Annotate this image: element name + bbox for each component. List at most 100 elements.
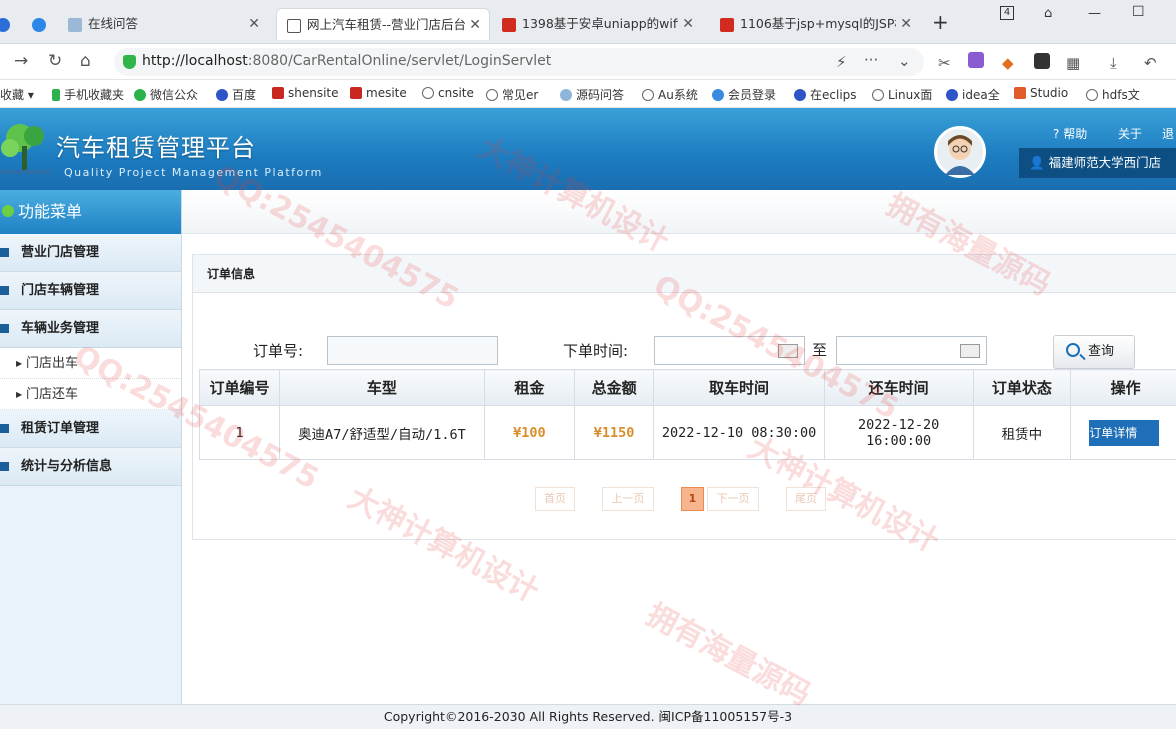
browser-menu-icon[interactable] (0, 8, 22, 40)
sidebar-item-vehicles[interactable]: 门店车辆管理 (0, 272, 181, 310)
pager-prev[interactable]: 上一页 (602, 487, 654, 511)
query-button[interactable]: 查询 (1053, 335, 1135, 369)
bookmark-item[interactable]: 源码问答 (560, 86, 624, 103)
column-header: 操作 (1070, 369, 1176, 406)
globe-icon (872, 89, 884, 101)
bookmark-item[interactable]: Au系统 (642, 86, 698, 103)
order-id: 1 (198, 405, 281, 460)
translate-icon[interactable] (968, 52, 984, 68)
close-icon[interactable]: ✕ (465, 9, 481, 40)
order-no-input[interactable] (327, 336, 498, 365)
close-icon[interactable]: ✕ (248, 8, 260, 40)
globe-icon (642, 89, 654, 101)
tree-logo-icon (0, 124, 50, 174)
column-header: 车型 (279, 369, 485, 406)
pager-last[interactable]: 尾页 (786, 487, 826, 511)
baidu-icon (794, 89, 806, 101)
pinned-tab-icon[interactable] (24, 8, 54, 40)
order-panel: 订单信息 订单号: 下单时间: 至 查询 订单编号 车型 租金 总金额 取车时间… (192, 254, 1176, 540)
tab-uniapp[interactable]: 1398基于安卓uniapp的wifi视 ✕ (492, 8, 702, 40)
bookmark-item[interactable]: 百度 (216, 86, 256, 103)
calendar-icon[interactable] (960, 344, 980, 358)
tab-online-qa[interactable]: 在线问答 ✕ (58, 8, 268, 40)
bookmark-item[interactable]: cnsite (422, 86, 474, 100)
forward-icon[interactable]: → (14, 51, 28, 71)
more-icon[interactable]: ··· (864, 51, 878, 69)
scissors-icon[interactable]: ✂ (938, 54, 951, 72)
triangle-icon: ▶ (16, 359, 23, 368)
bookmark-item[interactable]: 会员登录 (712, 86, 776, 103)
bookmark-item[interactable]: 微信公众 (134, 86, 198, 103)
bookmark-item[interactable]: 手机收藏夹 (52, 86, 124, 103)
sidebar-subitem-checkout[interactable]: ▶ 门店出车 (0, 348, 181, 379)
site-icon (350, 87, 362, 99)
new-tab-button[interactable]: + (932, 10, 949, 34)
apps-icon[interactable]: ▦ (1066, 54, 1080, 72)
sidebar-item-business[interactable]: 车辆业务管理 (0, 310, 181, 348)
order-status: 租赁中 (972, 405, 1072, 460)
bookmark-item[interactable]: shensite (272, 86, 339, 100)
column-header: 订单编号 (198, 369, 281, 406)
url-field[interactable]: http://localhost:8080/CarRentalOnline/se… (114, 48, 924, 76)
menu-icon (0, 324, 9, 333)
extension-icon[interactable] (1034, 53, 1050, 69)
start-date-input[interactable] (654, 336, 805, 365)
bookmark-item[interactable]: Studio (1014, 86, 1068, 100)
close-icon[interactable]: ✕ (896, 8, 912, 40)
globe-icon (422, 87, 434, 99)
download-icon[interactable]: ⤓ (1110, 54, 1117, 72)
pager-current[interactable]: 1 (681, 487, 704, 511)
total-price: ¥1150 (573, 405, 655, 460)
help-link[interactable]: ? 帮助 (1053, 125, 1087, 142)
tab-count-badge[interactable]: 4 (1000, 6, 1014, 20)
column-header: 总金额 (573, 369, 655, 406)
phone-icon (52, 89, 60, 101)
home-icon[interactable]: ⌂ (80, 51, 91, 71)
globe-icon (560, 89, 572, 101)
pager-next[interactable]: 下一页 (707, 487, 759, 511)
game-icon[interactable]: ◆ (1002, 54, 1014, 72)
bookmark-item[interactable]: 在eclips (794, 86, 857, 103)
calendar-icon[interactable] (778, 344, 798, 358)
sidebar-subitem-return[interactable]: ▶ 门店还车 (0, 379, 181, 410)
about-link[interactable]: 关于 (1118, 125, 1142, 142)
reload-icon[interactable]: ↻ (48, 51, 62, 71)
cloud-icon (712, 89, 724, 101)
chevron-down-icon[interactable]: ⌄ (898, 52, 911, 70)
sidebar-item-orders[interactable]: 租赁订单管理 (0, 410, 181, 448)
column-header: 取车时间 (653, 369, 825, 406)
close-icon[interactable]: ✕ (678, 8, 694, 40)
content-top-strip (182, 190, 1176, 234)
car-model: 奥迪A7/舒适型/自动/1.6T (279, 405, 485, 460)
order-detail-button[interactable]: 订单详情 (1089, 419, 1160, 446)
end-date-input[interactable] (836, 336, 987, 365)
maximize-icon[interactable]: ☐ (1132, 4, 1145, 20)
bookmark-item[interactable]: hdfs文 (1086, 86, 1140, 103)
sidebar-item-store[interactable]: 营业门店管理 (0, 234, 181, 272)
exit-link[interactable]: 退 (1162, 125, 1176, 142)
shirt-icon[interactable]: ⌂ (1044, 6, 1052, 21)
tab-jsp[interactable]: 1106基于jsp+mysql的JSP校 ✕ (710, 8, 920, 40)
tab-car-rental[interactable]: 网上汽车租赁--营业门店后台 ✕ (276, 8, 490, 40)
panel-title: 订单信息 (193, 255, 1176, 293)
bookmark-item[interactable]: mesite (350, 86, 407, 100)
globe-icon (68, 17, 82, 32)
avatar[interactable] (934, 126, 986, 178)
menu-icon (0, 424, 9, 433)
column-header: 订单状态 (972, 369, 1072, 406)
user-avatar-icon (945, 135, 975, 175)
bookmark-favorites[interactable]: 收藏 ▾ (0, 86, 34, 103)
lightning-icon[interactable]: ⚡ (836, 53, 847, 71)
bookmark-item[interactable]: 常见er (486, 86, 538, 103)
url-host: http://localhost (142, 53, 248, 69)
column-header: 还车时间 (823, 369, 974, 406)
pager-first[interactable]: 首页 (535, 487, 575, 511)
menu-icon (0, 462, 9, 471)
undo-icon[interactable]: ↶ (1144, 54, 1157, 72)
sidebar-item-stats[interactable]: 统计与分析信息 (0, 448, 181, 486)
column-header: 租金 (483, 369, 575, 406)
minimize-icon[interactable]: — (1088, 6, 1101, 21)
baidu-icon (216, 89, 228, 101)
bookmark-item[interactable]: idea全 (946, 86, 1000, 103)
bookmark-item[interactable]: Linux面 (872, 86, 932, 103)
